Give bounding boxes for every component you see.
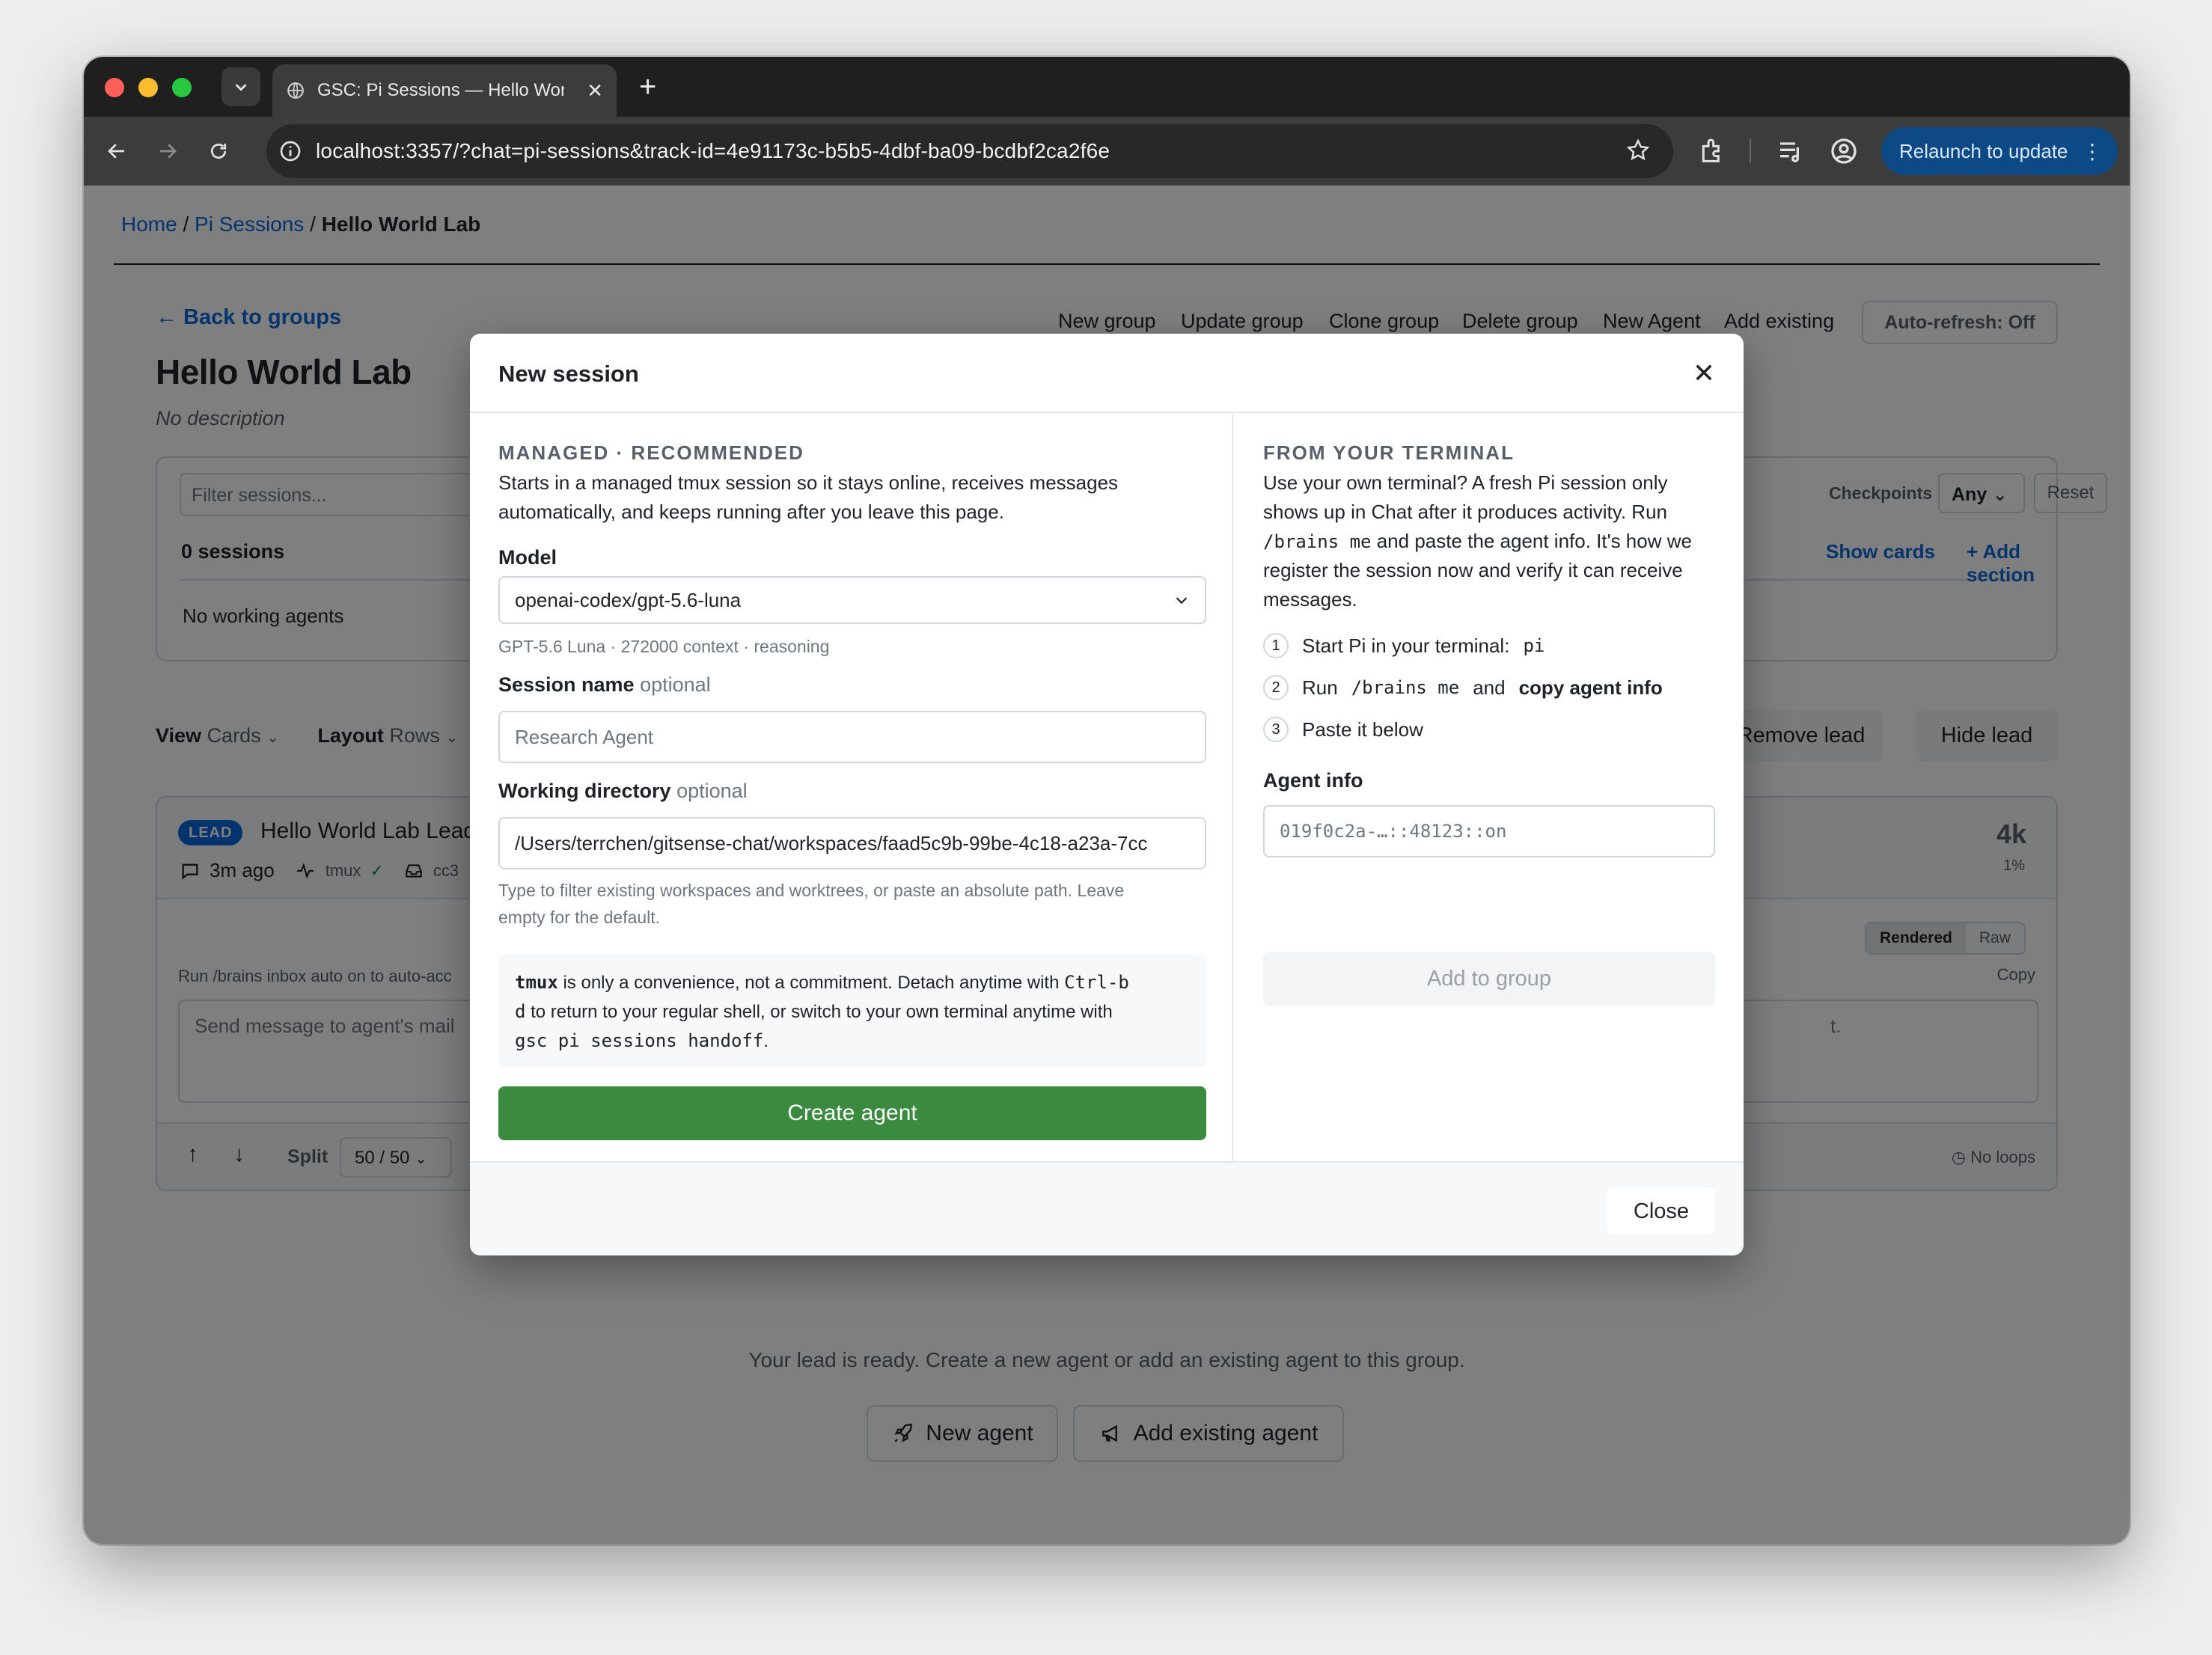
session-name-label: Session name optional	[498, 673, 711, 697]
step-1: 1 Start Pi in your terminal: pi	[1263, 633, 1545, 658]
brains-me-command: /brains me	[1263, 531, 1372, 552]
session-name-placeholder: Research Agent	[515, 725, 654, 748]
step-2: 2 Run /brains me and copy agent info	[1263, 675, 1663, 700]
terminal-heading: FROM YOUR TERMINAL	[1263, 441, 1515, 464]
working-directory-hint-line1: Type to filter existing workspaces and w…	[498, 881, 1125, 900]
agent-info-input[interactable]: 019f0c2a-…::48123::on	[1263, 805, 1715, 857]
session-name-label-text: Session name	[498, 673, 635, 696]
globe-icon	[287, 82, 304, 99]
working-directory-label-text: Working directory	[498, 780, 671, 802]
managed-description-line2: automatically, and keeps running after y…	[498, 501, 1004, 523]
agent-info-label: Agent info	[1263, 769, 1363, 792]
terminal-description-line5: messages.	[1263, 588, 1357, 611]
tmux-note-text2: to return to your regular shell, or swit…	[525, 1002, 1113, 1022]
chevron-down-icon	[235, 84, 247, 91]
handoff-command: gsc pi sessions handoff	[515, 1030, 764, 1051]
pi-command: pi	[1523, 635, 1545, 656]
new-session-dialog: New session ✕ MANAGED · RECOMMENDED Star…	[470, 334, 1744, 1255]
dialog-title: New session	[498, 361, 639, 387]
tab-search-button[interactable]	[221, 67, 260, 106]
browser-toolbar: localhost:3357/?chat=pi-sessions&track-i…	[84, 117, 2130, 186]
tab-title: GSC: Pi Sessions — Hello World Lab	[317, 80, 564, 100]
info-icon[interactable]	[278, 139, 302, 163]
chevron-down-icon	[1176, 597, 1188, 605]
profile-avatar-icon[interactable]	[1829, 136, 1859, 166]
close-window-button[interactable]	[105, 78, 124, 97]
managed-heading: MANAGED · RECOMMENDED	[498, 441, 804, 464]
kebab-menu-icon[interactable]: ⋮	[2082, 139, 2103, 164]
terminal-section: FROM YOUR TERMINAL Use your own terminal…	[1235, 413, 1744, 1161]
extensions-puzzle-icon[interactable]	[1697, 136, 1727, 166]
managed-description-line1: Starts in a managed tmux session so it s…	[498, 471, 1119, 494]
step-number: 3	[1263, 717, 1289, 742]
model-value: openai-codex/gpt-5.6-luna	[515, 588, 742, 611]
working-directory-hint-line2: empty for the default.	[498, 908, 661, 927]
d-key: d	[515, 1001, 526, 1022]
dialog-header: New session ✕	[470, 334, 1744, 413]
step-2-run: Run	[1302, 676, 1338, 699]
session-name-input[interactable]: Research Agent	[498, 711, 1206, 763]
optional-tag: optional	[676, 780, 748, 802]
step-1-text: Start Pi in your terminal:	[1302, 634, 1510, 657]
terminal-description-line1: Use your own terminal? A fresh Pi sessio…	[1263, 471, 1668, 494]
model-label: Model	[498, 546, 557, 569]
terminal-description-line3-text: and paste the agent info. It's how we	[1371, 530, 1692, 552]
step-number: 2	[1263, 675, 1289, 700]
working-directory-value: /Users/terrchen/gitsense-chat/workspaces…	[515, 831, 1148, 854]
step-3: 3 Paste it below	[1263, 717, 1423, 742]
browser-tab[interactable]: GSC: Pi Sessions — Hello World Lab ✕	[272, 64, 617, 117]
back-arrow-icon[interactable]	[102, 136, 132, 166]
tmux-term: tmux	[515, 972, 558, 993]
new-tab-button[interactable]: +	[639, 70, 656, 103]
working-directory-label: Working directory optional	[498, 780, 748, 803]
tab-close-icon[interactable]: ✕	[587, 79, 603, 103]
tab-bar: GSC: Pi Sessions — Hello World Lab ✕ +	[84, 57, 2130, 117]
reload-icon[interactable]	[204, 136, 233, 166]
tmux-note-text1: is only a convenience, not a commitment.…	[557, 973, 1065, 993]
toolbar-divider	[1750, 139, 1751, 163]
zoom-window-button[interactable]	[172, 78, 192, 97]
dialog-footer: Close	[470, 1161, 1744, 1255]
browser-window: GSC: Pi Sessions — Hello World Lab ✕ + l…	[84, 57, 2130, 1544]
copy-agent-info-text: copy agent info	[1518, 676, 1663, 699]
optional-tag: optional	[640, 673, 711, 696]
forward-arrow-icon[interactable]	[153, 136, 183, 166]
working-directory-input[interactable]: /Users/terrchen/gitsense-chat/workspaces…	[498, 817, 1206, 869]
brains-me-command: /brains me	[1351, 677, 1460, 698]
model-hint: GPT-5.6 Luna · 272000 context · reasonin…	[498, 637, 830, 656]
minimize-window-button[interactable]	[138, 78, 158, 97]
media-controls-icon[interactable]	[1776, 136, 1806, 166]
managed-section: MANAGED · RECOMMENDED Starts in a manage…	[470, 413, 1233, 1161]
bookmark-star-icon[interactable]	[1625, 138, 1651, 163]
add-to-group-button[interactable]: Add to group	[1263, 952, 1715, 1006]
tmux-note-text3: .	[763, 1031, 769, 1051]
create-agent-button[interactable]: Create agent	[498, 1086, 1206, 1140]
url-text: localhost:3357/?chat=pi-sessions&track-i…	[316, 139, 1110, 162]
relaunch-button[interactable]: Relaunch to update ⋮	[1881, 127, 2118, 175]
step-number: 1	[1263, 633, 1289, 658]
address-bar[interactable]: localhost:3357/?chat=pi-sessions&track-i…	[266, 124, 1673, 178]
model-select[interactable]: openai-codex/gpt-5.6-luna	[498, 576, 1206, 624]
step-3-text: Paste it below	[1302, 718, 1423, 741]
terminal-description-line3: /brains me and paste the agent info. It'…	[1263, 527, 1692, 557]
close-button[interactable]: Close	[1607, 1188, 1715, 1235]
close-icon[interactable]: ✕	[1693, 358, 1715, 389]
step-2-and: and	[1473, 676, 1506, 699]
terminal-description-line4: register the session now and verify it c…	[1263, 559, 1683, 581]
agent-info-placeholder: 019f0c2a-…::48123::on	[1280, 821, 1507, 842]
terminal-description-line2: shows up in Chat after it produces activ…	[1263, 501, 1667, 523]
ctrl-b-key: Ctrl-b	[1064, 972, 1129, 993]
tmux-note: tmux is only a convenience, not a commit…	[498, 955, 1206, 1067]
relaunch-label: Relaunch to update	[1899, 139, 2068, 162]
